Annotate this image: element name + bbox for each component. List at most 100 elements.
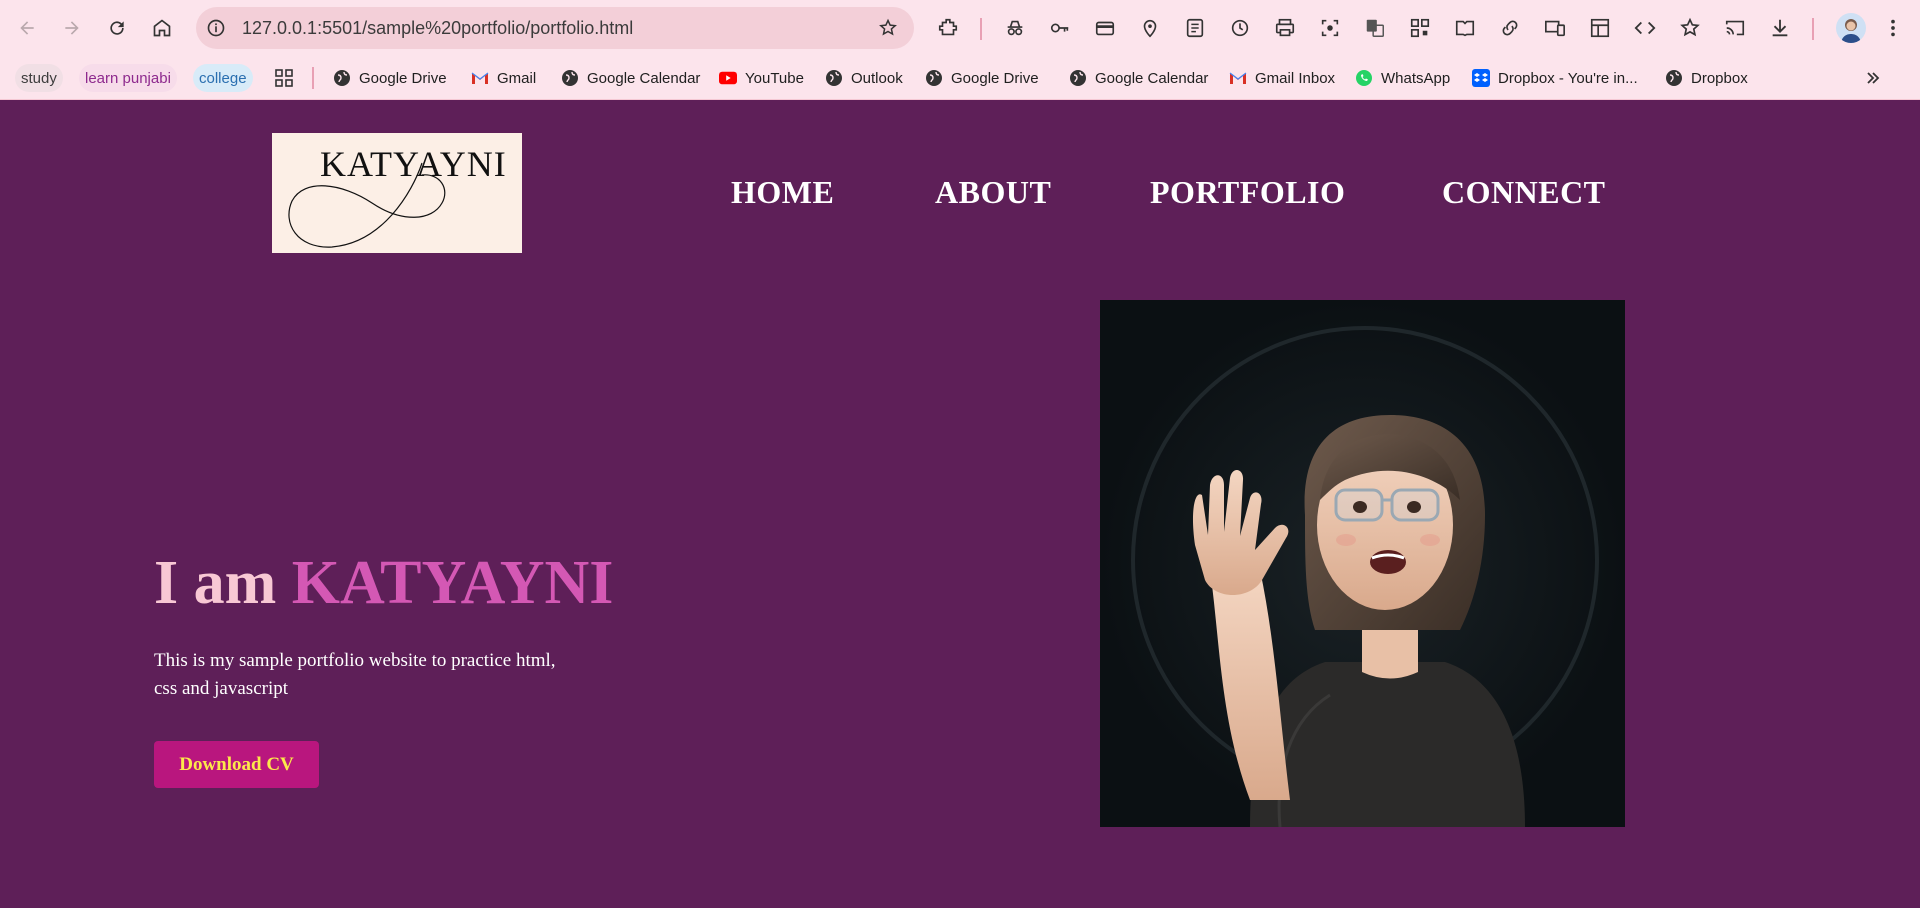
- nav-home[interactable]: HOME: [731, 174, 834, 211]
- hero-title-prefix: I am: [154, 549, 292, 617]
- history-button[interactable]: [1228, 16, 1252, 40]
- youtube-icon: [719, 69, 737, 87]
- download-icon: [1772, 19, 1788, 37]
- bookmark-google-calendar-2[interactable]: Google Calendar: [1069, 64, 1208, 92]
- translate-button[interactable]: [1363, 16, 1387, 40]
- reading-list-icon: [1186, 18, 1204, 38]
- link-icon: [1502, 20, 1518, 36]
- bookmark-star-icon[interactable]: [878, 18, 898, 38]
- globe-icon: [925, 69, 943, 87]
- extensions-button[interactable]: [936, 16, 960, 40]
- qr-button[interactable]: [1408, 16, 1432, 40]
- apps-grid-icon: [275, 69, 293, 87]
- password-button[interactable]: [1048, 16, 1072, 40]
- globe-icon: [333, 69, 351, 87]
- downloads-button[interactable]: [1768, 16, 1792, 40]
- bookmark-google-drive[interactable]: Google Drive: [333, 64, 447, 92]
- waving-avatar-image: [1100, 300, 1625, 827]
- bookmark-google-drive-2[interactable]: Google Drive: [925, 64, 1039, 92]
- bookmark-group-learn-punjabi[interactable]: learn punjabi: [79, 64, 177, 92]
- bookmarks-bar: study learn punjabi college Google Drive…: [0, 56, 1920, 100]
- back-icon: [20, 21, 34, 35]
- globe-icon: [1069, 69, 1087, 87]
- kebab-menu-icon: [1891, 19, 1895, 37]
- extensions-icon: [938, 18, 958, 36]
- chevron-double-right-icon: [1867, 72, 1880, 84]
- toolbar-separator: [980, 18, 982, 40]
- dropbox-icon: [1472, 69, 1490, 87]
- star-plus-icon: [1680, 17, 1700, 37]
- cast-button[interactable]: [1723, 16, 1747, 40]
- lens-button[interactable]: [1318, 16, 1342, 40]
- bookmark-dropbox-invite[interactable]: Dropbox - You're in...: [1472, 64, 1638, 92]
- bookmark-youtube[interactable]: YouTube: [719, 64, 804, 92]
- home-icon: [153, 19, 171, 37]
- url-text: 127.0.0.1:5501/sample%20portfolio/portfo…: [242, 18, 634, 38]
- devtools-button[interactable]: [1633, 16, 1657, 40]
- qr-code-icon: [1410, 18, 1430, 38]
- bookmark-group-college[interactable]: college: [193, 64, 253, 92]
- back-button[interactable]: [11, 12, 43, 44]
- nav-connect[interactable]: CONNECT: [1442, 174, 1606, 211]
- logo-text: KATYAYNI: [320, 144, 507, 184]
- profile-photo: [1100, 300, 1625, 827]
- download-cv-button[interactable]: Download CV: [154, 741, 319, 788]
- globe-icon: [561, 69, 579, 87]
- bookmark-gmail-inbox[interactable]: Gmail Inbox: [1229, 64, 1335, 92]
- info-icon[interactable]: [206, 18, 226, 38]
- print-icon: [1275, 18, 1295, 37]
- copy-link-button[interactable]: [1498, 16, 1522, 40]
- reload-icon: [110, 21, 124, 35]
- site-logo[interactable]: KATYAYNI: [272, 133, 522, 253]
- location-button[interactable]: [1138, 16, 1162, 40]
- reading-list-button[interactable]: [1183, 16, 1207, 40]
- gmail-icon: [1229, 69, 1247, 87]
- code-icon: [1634, 21, 1656, 35]
- history-icon: [1231, 19, 1249, 37]
- bookmark-whatsapp[interactable]: WhatsApp: [1355, 64, 1450, 92]
- cast-icon: [1725, 20, 1745, 36]
- reload-button[interactable]: [101, 12, 133, 44]
- nav-about[interactable]: ABOUT: [935, 174, 1051, 211]
- gmail-icon: [471, 69, 489, 87]
- hero-description: This is my sample portfolio website to p…: [154, 650, 556, 699]
- layout-button[interactable]: [1588, 16, 1612, 40]
- reader-mode-icon: [1455, 20, 1475, 37]
- bookmark-gmail[interactable]: Gmail: [471, 64, 536, 92]
- card-icon: [1095, 21, 1115, 36]
- password-key-icon: [1050, 23, 1069, 33]
- bookmarks-overflow-button[interactable]: [1864, 64, 1882, 92]
- bookmark-google-calendar[interactable]: Google Calendar: [561, 64, 700, 92]
- globe-icon: [1665, 69, 1683, 87]
- whatsapp-icon: [1355, 69, 1373, 87]
- globe-icon: [825, 69, 843, 87]
- nav-portfolio[interactable]: PORTFOLIO: [1150, 174, 1345, 211]
- location-pin-icon: [1143, 19, 1157, 38]
- hero-name: KATYAYNI: [291, 549, 614, 617]
- forward-button[interactable]: [56, 12, 88, 44]
- menu-button[interactable]: [1881, 16, 1905, 40]
- forward-icon: [65, 21, 79, 35]
- bookmark-dropbox[interactable]: Dropbox: [1665, 64, 1748, 92]
- devices-button[interactable]: [1543, 16, 1567, 40]
- favorites-button[interactable]: [1678, 16, 1702, 40]
- reader-mode-button[interactable]: [1453, 16, 1477, 40]
- bookmarks-separator: [312, 67, 314, 89]
- translate-icon: [1366, 19, 1384, 37]
- payment-button[interactable]: [1093, 16, 1117, 40]
- print-button[interactable]: [1273, 16, 1297, 40]
- profile-avatar-icon[interactable]: [1836, 13, 1866, 43]
- hero-title: I am KATYAYNI: [154, 548, 613, 619]
- browser-toolbar: 127.0.0.1:5501/sample%20portfolio/portfo…: [0, 0, 1920, 56]
- bookmark-outlook[interactable]: Outlook: [825, 64, 903, 92]
- incognito-icon: [1007, 20, 1023, 36]
- toolbar-separator: [1812, 18, 1814, 40]
- apps-grid-button[interactable]: [274, 64, 294, 92]
- bookmark-group-study[interactable]: study: [15, 64, 63, 92]
- lens-icon: [1321, 19, 1339, 37]
- address-bar[interactable]: 127.0.0.1:5501/sample%20portfolio/portfo…: [196, 7, 914, 49]
- layout-icon: [1590, 18, 1610, 38]
- devices-icon: [1545, 20, 1565, 37]
- home-button[interactable]: [146, 12, 178, 44]
- incognito-button[interactable]: [1003, 16, 1027, 40]
